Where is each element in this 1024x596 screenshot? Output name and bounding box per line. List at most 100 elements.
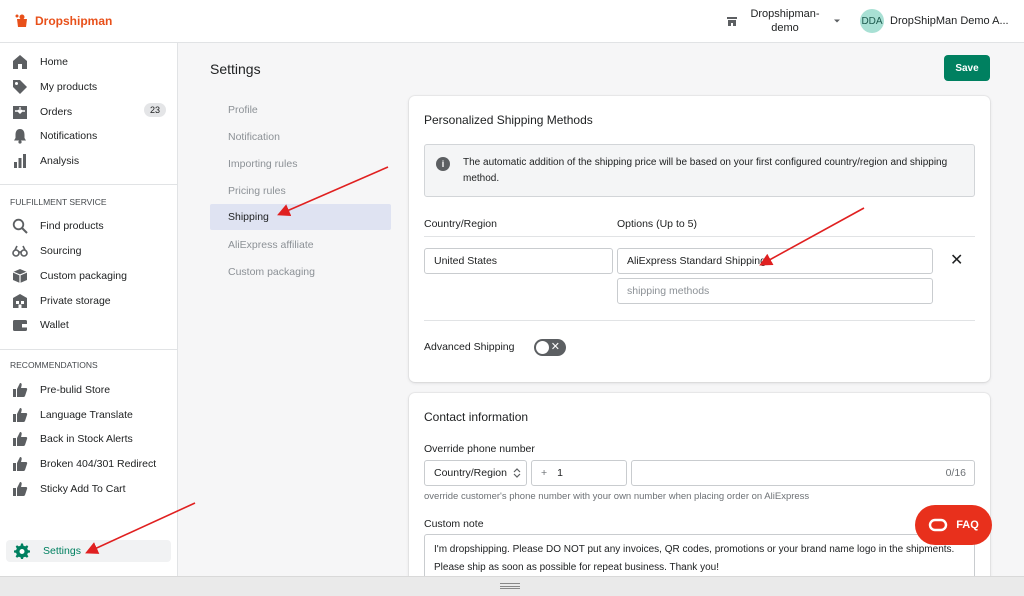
sidebar-item-label: Analysis	[40, 155, 80, 167]
gear-icon	[14, 543, 30, 559]
sidebar-item-wallet[interactable]: Wallet	[12, 314, 172, 336]
sidebar-item-label: My products	[40, 81, 98, 93]
resize-grip-icon[interactable]	[500, 583, 520, 589]
user-menu[interactable]: DDA DropShipMan Demo A...	[860, 9, 1009, 33]
settings-nav-importing-rules[interactable]: Importing rules	[210, 151, 391, 177]
shipping-option-field[interactable]: AliExpress Standard Shipping	[617, 248, 933, 274]
settings-nav-notification[interactable]: Notification	[210, 124, 391, 150]
sidebar-item-label: Language Translate	[40, 409, 133, 421]
settings-nav-pricing-rules[interactable]: Pricing rules	[210, 178, 391, 204]
sidebar-item-label: Orders	[40, 106, 73, 118]
sidebar-item-home[interactable]: Home	[12, 51, 172, 73]
store-selector[interactable]: Dropshipman-demo	[726, 7, 842, 35]
divider	[0, 184, 178, 185]
phone-help-text: override customer's phone number with yo…	[424, 491, 810, 502]
save-button[interactable]: Save	[944, 55, 990, 81]
home-icon	[13, 55, 27, 69]
store-icon	[727, 17, 737, 26]
sidebar-item-settings[interactable]: Settings	[6, 540, 171, 562]
phone-counter: 0/16	[945, 467, 966, 479]
sidebar-item-pre-build-store[interactable]: Pre-bulid Store	[12, 379, 172, 401]
top-bar: Dropshipman Dropshipman-demo DDA DropShi…	[0, 0, 1024, 43]
warehouse-icon	[13, 294, 27, 308]
toggle-knob	[536, 341, 549, 354]
sidebar-item-private-storage[interactable]: Private storage	[12, 290, 172, 312]
select-arrows-icon	[513, 468, 521, 478]
sidebar-item-label: Sticky Add To Cart	[40, 483, 126, 495]
dial-prefix: +	[541, 467, 548, 479]
sidebar-item-label: Back in Stock Alerts	[40, 433, 133, 445]
options-column-header: Options (Up to 5)	[617, 218, 697, 230]
divider	[424, 236, 975, 237]
dial-code-field[interactable]: + 1	[531, 460, 627, 486]
select-value: Country/Region	[434, 467, 507, 479]
phone-label: Override phone number	[424, 443, 535, 455]
chevron-down-icon	[834, 19, 840, 23]
remove-row-icon[interactable]: ✕	[950, 250, 963, 270]
settings-nav-profile[interactable]: Profile	[210, 97, 391, 123]
sidebar-item-label: Private storage	[40, 295, 111, 307]
country-field[interactable]: United States	[424, 248, 613, 274]
advanced-shipping-label: Advanced Shipping	[424, 341, 515, 353]
section-title-fulfillment: FULFILLMENT SERVICE	[10, 197, 107, 207]
phone-number-field[interactable]: 0/16	[631, 460, 975, 486]
settings-nav-custom-packaging[interactable]: Custom packaging	[210, 259, 391, 285]
card-title: Contact information	[424, 410, 529, 424]
user-name: DropShipMan Demo A...	[890, 15, 1009, 27]
card-title: Personalized Shipping Methods	[424, 113, 593, 127]
advanced-shipping-toggle[interactable]: ✕	[534, 339, 566, 356]
shipping-methods-card: Personalized Shipping Methods i The auto…	[409, 96, 990, 382]
thumbs-up-icon	[13, 383, 28, 397]
orders-count-badge: 23	[143, 103, 166, 117]
help-chat-icon	[928, 518, 948, 532]
sidebar-item-label: Home	[40, 56, 69, 68]
binoculars-icon	[12, 245, 28, 257]
bell-icon	[14, 129, 26, 144]
country-code-select[interactable]: Country/Region	[424, 460, 527, 486]
sidebar: Home My products Orders 23 Notifications…	[0, 43, 178, 576]
sidebar-item-label: Pre-bulid Store	[40, 384, 111, 396]
sidebar-item-find-products[interactable]: Find products	[12, 215, 172, 237]
settings-nav-aliexpress-affiliate[interactable]: AliExpress affiliate	[210, 232, 391, 258]
thumbs-up-icon	[13, 457, 28, 471]
thumbs-up-icon	[13, 432, 28, 446]
sidebar-item-label: Broken 404/301 Redirect	[40, 458, 157, 470]
page-title: Settings	[210, 61, 261, 77]
store-name: Dropshipman-demo	[750, 8, 820, 34]
sidebar-item-my-products[interactable]: My products	[12, 76, 172, 98]
app-logo[interactable]: Dropshipman	[14, 13, 112, 29]
sidebar-item-broken-redirect[interactable]: Broken 404/301 Redirect	[12, 453, 172, 475]
thumbs-up-icon	[13, 482, 28, 496]
search-icon	[12, 218, 28, 234]
sidebar-item-label: Settings	[43, 545, 81, 557]
sidebar-item-label: Find products	[40, 220, 104, 232]
sidebar-item-sticky-add-to-cart[interactable]: Sticky Add To Cart	[12, 478, 172, 500]
sidebar-item-sourcing[interactable]: Sourcing	[12, 240, 172, 262]
sidebar-item-analysis[interactable]: Analysis	[12, 150, 172, 172]
sidebar-item-notifications[interactable]: Notifications	[12, 125, 172, 147]
bottom-scroll-bar	[0, 576, 1024, 596]
sidebar-item-custom-packaging[interactable]: Custom packaging	[12, 265, 172, 287]
info-icon: i	[436, 157, 450, 171]
sidebar-item-language-translate[interactable]: Language Translate	[12, 404, 172, 426]
faq-label: FAQ	[956, 519, 979, 531]
avatar: DDA	[860, 9, 884, 33]
contact-information-card: Contact information Override phone numbe…	[409, 393, 990, 593]
dial-code: 1	[557, 467, 563, 479]
settings-nav-shipping[interactable]: Shipping	[210, 204, 391, 230]
banner-text: The automatic addition of the shipping p…	[463, 157, 948, 184]
sidebar-item-back-in-stock-alerts[interactable]: Back in Stock Alerts	[12, 428, 172, 450]
sidebar-item-label: Custom packaging	[40, 270, 127, 282]
tag-icon	[13, 80, 27, 94]
toggle-off-icon: ✕	[550, 341, 560, 353]
sidebar-item-orders[interactable]: Orders 23	[12, 101, 172, 123]
faq-button[interactable]: FAQ	[915, 505, 992, 545]
package-icon	[12, 269, 28, 283]
shipping-methods-input[interactable]: shipping methods	[617, 278, 933, 304]
sidebar-item-label: Notifications	[40, 130, 98, 142]
divider	[0, 349, 178, 350]
section-title-recommendations: RECOMMENDATIONS	[10, 360, 98, 370]
bar-chart-icon	[14, 154, 26, 168]
divider	[424, 320, 975, 321]
wallet-icon	[13, 320, 27, 331]
